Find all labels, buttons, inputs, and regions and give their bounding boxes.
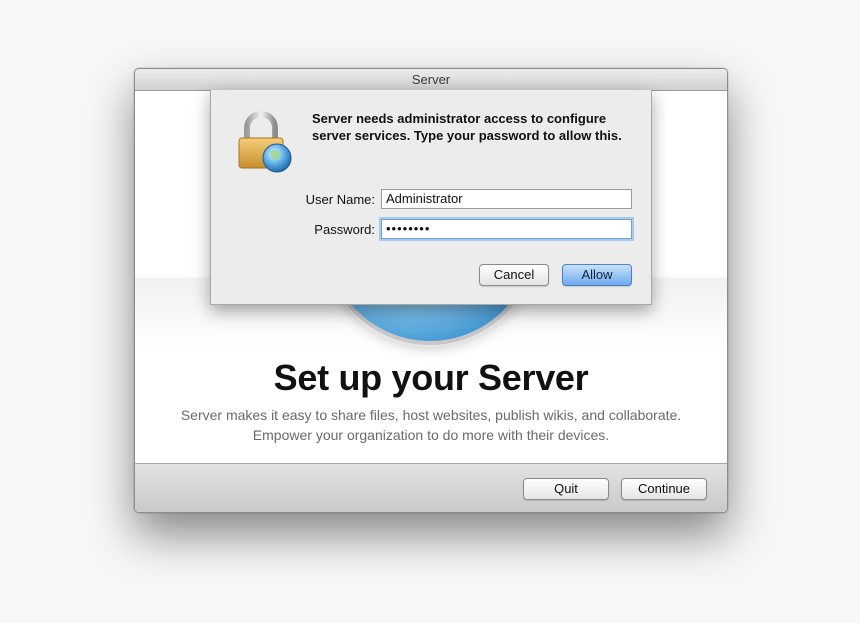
admin-auth-dialog: Server needs administrator access to con… <box>210 90 652 305</box>
continue-button[interactable]: Continue <box>621 478 707 500</box>
cancel-button[interactable]: Cancel <box>479 264 549 286</box>
quit-button[interactable]: Quit <box>523 478 609 500</box>
window-title: Server <box>135 69 727 91</box>
auth-message: Server needs administrator access to con… <box>312 111 622 143</box>
description-line-1: Server makes it easy to share files, hos… <box>180 407 682 423</box>
page-description: Server makes it easy to share files, hos… <box>135 405 727 445</box>
allow-button[interactable]: Allow <box>562 264 632 286</box>
desktop: Server Set up your Server Server makes i… <box>0 0 860 623</box>
lock-globe-icon <box>238 111 292 173</box>
username-label: User Name: <box>305 192 375 207</box>
page-title: Set up your Server <box>273 357 589 398</box>
description-line-2: Empower your organization to do more wit… <box>252 427 610 443</box>
password-label: Password: <box>314 222 375 237</box>
password-field[interactable]: •••••••• <box>381 219 632 239</box>
username-field[interactable]: Administrator <box>381 189 632 209</box>
window-footer: Quit Continue <box>135 463 727 512</box>
